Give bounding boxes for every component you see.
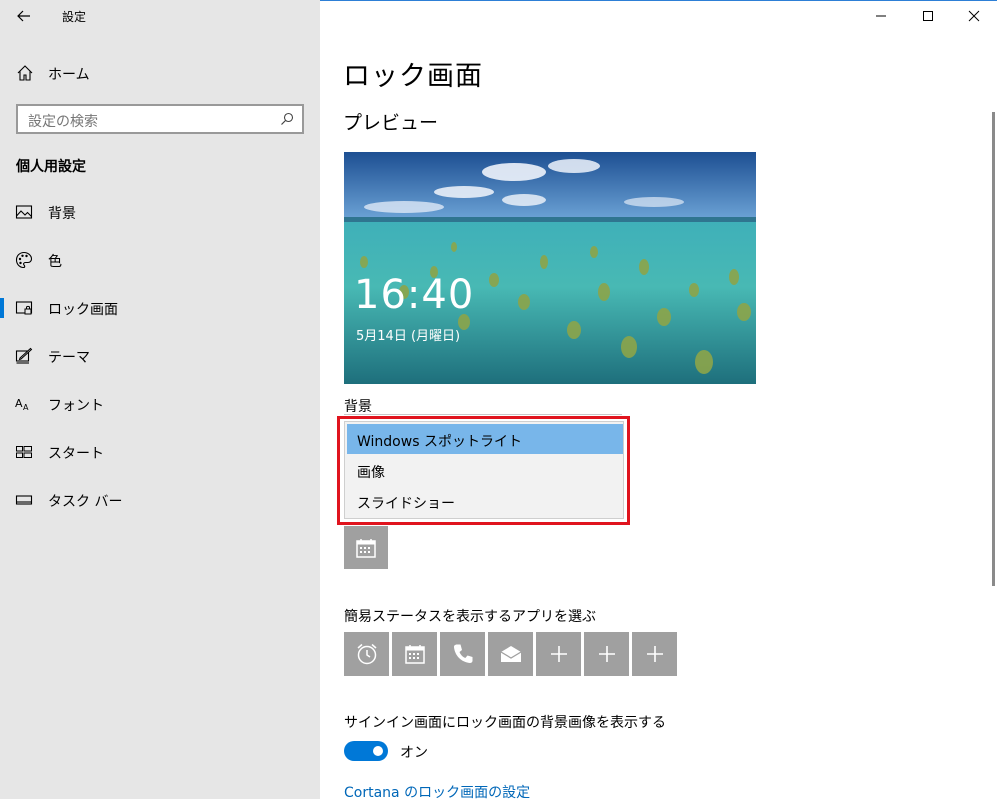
quick-status-label: 簡易ステータスを表示するアプリを選ぶ xyxy=(344,609,596,625)
section-title: 個人用設定 xyxy=(16,159,86,175)
sidebar-item-theme[interactable]: テーマ xyxy=(0,336,320,376)
preview-heading: プレビュー xyxy=(343,112,439,134)
signin-background-toggle[interactable] xyxy=(344,741,388,761)
sidebar-item-label: テーマ xyxy=(48,350,90,366)
option-label: 画像 xyxy=(357,465,385,481)
maximize-button[interactable] xyxy=(905,0,951,32)
phone-icon xyxy=(453,644,472,664)
home-icon xyxy=(17,65,33,81)
option-windows-spotlight[interactable]: Windows スポットライト xyxy=(347,424,623,454)
quick-status-app-mail[interactable] xyxy=(488,632,533,676)
option-picture[interactable]: 画像 xyxy=(347,455,623,485)
start-icon xyxy=(16,446,32,458)
preview-background-image xyxy=(344,152,756,384)
quick-status-add-button[interactable] xyxy=(584,632,629,676)
taskbar-icon xyxy=(15,495,33,505)
back-button[interactable] xyxy=(10,4,38,28)
sidebar-item-label: ロック画面 xyxy=(48,302,118,318)
sidebar-item-label: 背景 xyxy=(48,206,76,222)
minimize-icon xyxy=(876,15,886,17)
theme-icon xyxy=(15,347,33,364)
svg-text:A: A xyxy=(23,403,29,412)
lock-screen-preview xyxy=(344,152,756,384)
background-dropdown-list[interactable]: Windows スポットライト 画像 スライドショー xyxy=(344,421,624,519)
nav-home[interactable]: ホーム xyxy=(0,58,320,88)
sidebar-item-label: スタート xyxy=(48,446,104,462)
calendar-icon xyxy=(356,538,376,558)
palette-icon xyxy=(15,251,33,269)
quick-status-app-calendar[interactable] xyxy=(392,632,437,676)
picture-icon xyxy=(15,205,33,219)
sidebar-item-label: 色 xyxy=(48,254,62,270)
sidebar-item-background[interactable]: 背景 xyxy=(0,192,320,232)
scrollbar[interactable] xyxy=(992,112,995,586)
quick-status-app-alarms[interactable] xyxy=(344,632,389,676)
page-title: ロック画面 xyxy=(343,61,483,92)
detailed-status-app-button[interactable] xyxy=(344,526,388,569)
background-label: 背景 xyxy=(344,399,372,415)
nav-home-label: ホーム xyxy=(48,67,90,83)
minimize-button[interactable] xyxy=(858,0,904,32)
font-icon: AA xyxy=(15,397,29,412)
quick-status-add-button[interactable] xyxy=(536,632,581,676)
toggle-state-label: オン xyxy=(400,745,428,761)
close-button[interactable] xyxy=(951,0,997,32)
lock-screen-icon xyxy=(15,301,33,315)
back-arrow-icon xyxy=(17,10,30,22)
preview-time: 16:40 xyxy=(354,272,475,318)
quick-status-app-phone[interactable] xyxy=(440,632,485,676)
signin-background-label: サインイン画面にロック画面の背景画像を表示する xyxy=(344,715,666,731)
maximize-icon xyxy=(923,11,933,21)
sidebar-item-start[interactable]: スタート xyxy=(0,432,320,472)
search-icon[interactable] xyxy=(280,112,294,126)
mail-icon xyxy=(500,646,521,662)
option-label: スライドショー xyxy=(357,496,455,512)
app-title: 設定 xyxy=(62,10,87,24)
sidebar-item-color[interactable]: 色 xyxy=(0,240,320,280)
option-slideshow[interactable]: スライドショー xyxy=(347,486,623,516)
alarm-clock-icon xyxy=(357,643,376,665)
dropdown-top-border xyxy=(344,414,622,415)
plus-icon xyxy=(646,646,663,662)
sidebar-item-label: タスク バー xyxy=(48,494,123,510)
sidebar-item-font[interactable]: AA フォント xyxy=(0,384,320,424)
calendar-icon xyxy=(404,645,425,664)
plus-icon xyxy=(550,646,567,662)
toggle-knob xyxy=(373,746,383,756)
sidebar-item-taskbar[interactable]: タスク バー xyxy=(0,480,320,520)
sidebar-item-label: フォント xyxy=(48,398,104,414)
search-placeholder: 設定の検索 xyxy=(28,114,98,130)
sidebar: 設定 ホーム 設定の検索 個人用設定 背景 色 ロック画面 テーマ AA フォン… xyxy=(0,0,320,799)
cortana-settings-link[interactable]: Cortana のロック画面の設定 xyxy=(344,782,530,799)
quick-status-add-button[interactable] xyxy=(632,632,677,676)
search-input[interactable]: 設定の検索 xyxy=(16,104,304,134)
svg-text:A: A xyxy=(15,397,23,410)
plus-icon xyxy=(598,646,615,662)
active-indicator xyxy=(0,298,4,318)
sidebar-item-lock-screen[interactable]: ロック画面 xyxy=(0,288,320,328)
titlebar-left: 設定 xyxy=(0,0,320,32)
option-label: Windows スポットライト xyxy=(357,434,522,450)
close-icon xyxy=(968,10,980,22)
preview-date: 5月14日 (月曜日) xyxy=(356,329,461,344)
